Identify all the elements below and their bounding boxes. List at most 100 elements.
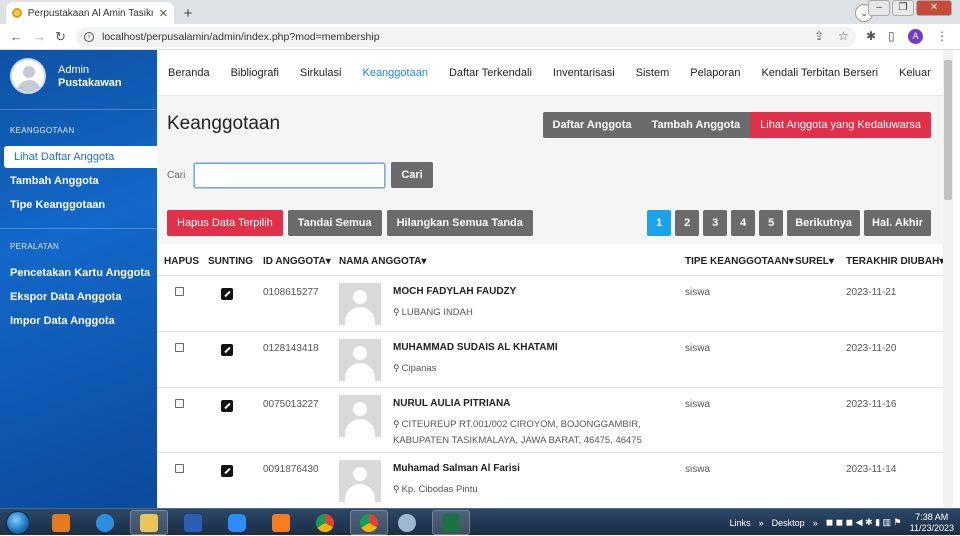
col-tipe[interactable]: TIPE KEANGGOTAAN▾	[685, 256, 794, 267]
col-surel[interactable]: SUREL▾	[795, 256, 834, 267]
row-checkbox[interactable]	[175, 464, 184, 473]
member-photo	[339, 339, 381, 381]
expired-members-button[interactable]: Lihat Anggota yang Kedaluwarsa	[750, 112, 931, 138]
taskbar-xampp[interactable]	[262, 510, 300, 535]
tray-icons[interactable]: ◼ ◼ ◼ ◀ ✱ ▮ ▥ ⚑	[826, 517, 902, 528]
map-pin-icon: ⚲	[393, 484, 400, 494]
url-field[interactable]: i localhost/perpusalamin/admin/index.php…	[76, 27, 856, 47]
tab-close-icon[interactable]: ✕	[159, 7, 168, 20]
edit-icon[interactable]	[221, 288, 233, 300]
reload-icon[interactable]: ↻	[55, 29, 66, 45]
clock[interactable]: 7:38 AM 11/23/2023	[910, 512, 954, 534]
sidebar-item-import[interactable]: Impor Data Anggota	[10, 315, 115, 327]
extensions-icon[interactable]: ✱	[866, 29, 876, 43]
member-photo	[339, 283, 381, 325]
share-icon[interactable]: ⇪	[814, 29, 824, 43]
browser-tab[interactable]: Perpustakaan Al Amin Tasikmalaya ✕	[6, 2, 174, 24]
bookmark-star-icon[interactable]: ☆	[838, 29, 849, 43]
taskbar-word[interactable]	[174, 510, 212, 535]
member-name[interactable]: MOCH FADYLAH FAUDZY	[393, 286, 516, 297]
new-tab-button[interactable]: +	[179, 4, 197, 22]
scrollbar-thumb[interactable]	[944, 60, 952, 200]
check-all-button[interactable]: Tandai Semua	[287, 210, 382, 236]
side-panel-icon[interactable]: ▯	[888, 29, 895, 43]
taskbar-chrome[interactable]	[306, 510, 344, 535]
nav-bibliografi[interactable]: Bibliografi	[231, 67, 279, 79]
nav-sistem[interactable]: Sistem	[636, 67, 670, 79]
page-3-button[interactable]: 3	[703, 210, 728, 236]
search-input[interactable]	[194, 162, 386, 188]
sidebar-item-export[interactable]: Ekspor Data Anggota	[10, 291, 121, 303]
page-2-button[interactable]: 2	[675, 210, 700, 236]
nav-inventarisasi[interactable]: Inventarisasi	[553, 67, 615, 79]
sidebar-item-add-member[interactable]: Tambah Anggota	[10, 175, 99, 187]
maximize-button[interactable]: ❐	[892, 0, 914, 16]
member-name[interactable]: Muhamad Salman Al Farisi	[393, 463, 520, 474]
nav-kendali-terbitan[interactable]: Kendali Terbitan Berseri	[761, 67, 878, 79]
edit-icon[interactable]	[221, 344, 233, 356]
user-avatar-icon	[10, 58, 46, 94]
taskbar-app[interactable]	[388, 510, 426, 535]
last-page-button[interactable]: Hal. Akhir	[864, 210, 931, 236]
row-checkbox[interactable]	[175, 399, 184, 408]
member-photo	[339, 460, 381, 502]
sidebar-item-print-cards[interactable]: Pencetakan Kartu Anggota	[10, 267, 150, 279]
member-name[interactable]: MUHAMMAD SUDAIS AL KHATAMI	[393, 342, 558, 353]
page-1-button[interactable]: 1	[647, 210, 672, 236]
edit-icon[interactable]	[221, 465, 233, 477]
page-5-button[interactable]: 5	[759, 210, 784, 236]
col-hapus: HAPUS	[164, 256, 200, 267]
member-name[interactable]: NURUL AULIA PITRIANA	[393, 398, 510, 409]
sidebar-item-membership-type[interactable]: Tipe Keanggotaan	[10, 199, 105, 211]
col-terakhir[interactable]: TERAKHIR DIUBAH▾	[846, 256, 944, 267]
sidebar-item-view-members[interactable]: Lihat Daftar Anggota	[4, 146, 157, 168]
action-buttons: Daftar Anggota Tambah Anggota Lihat Angg…	[542, 112, 931, 138]
col-id[interactable]: ID ANGGOTA▾	[263, 256, 331, 267]
nav-beranda[interactable]: Beranda	[168, 67, 210, 79]
taskbar-explorer[interactable]	[130, 510, 168, 535]
delete-selected-button[interactable]: Hapus Data Terpilih	[167, 210, 283, 236]
search-button[interactable]: Cari	[391, 162, 433, 188]
profile-avatar[interactable]: A	[908, 29, 923, 44]
nav-sirkulasi[interactable]: Sirkulasi	[300, 67, 342, 79]
nav-daftar-terkendali[interactable]: Daftar Terkendali	[449, 67, 532, 79]
page-4-button[interactable]: 4	[731, 210, 756, 236]
taskbar-media-player[interactable]	[42, 510, 80, 535]
member-list-button[interactable]: Daftar Anggota	[542, 112, 642, 138]
row-checkbox[interactable]	[175, 287, 184, 296]
member-type: siswa	[685, 464, 711, 475]
address-bar-row: ← → ↻ i localhost/perpusalamin/admin/ind…	[0, 24, 960, 50]
taskbar-chrome-profile[interactable]	[350, 510, 388, 535]
app-window: Admin Pustakawan KEANGGOTAAN Lihat Dafta…	[0, 50, 953, 508]
links-toolbar[interactable]: Links	[730, 518, 751, 528]
close-window-button[interactable]: ✕	[916, 0, 952, 16]
minimize-button[interactable]: –	[868, 0, 890, 16]
taskbar-excel[interactable]	[432, 510, 470, 535]
table-header: HAPUS SUNTING ID ANGGOTA▾ NAMA ANGGOTA▾ …	[157, 244, 953, 276]
edit-icon[interactable]	[221, 400, 233, 412]
forward-arrow-icon[interactable]: →	[33, 29, 46, 44]
browser-menu-icon[interactable]: ⋮	[936, 29, 948, 43]
taskbar-zoom[interactable]	[218, 510, 256, 535]
add-member-button[interactable]: Tambah Anggota	[641, 112, 751, 138]
chevron-right-icon[interactable]: »	[759, 518, 764, 528]
uncheck-all-button[interactable]: Hilangkan Semua Tanda	[386, 210, 533, 236]
nav-pelaporan[interactable]: Pelaporan	[690, 67, 740, 79]
last-modified: 2023-11-20	[846, 343, 897, 354]
nav-keluar[interactable]: Keluar	[899, 67, 931, 79]
site-info-icon[interactable]: i	[84, 32, 94, 42]
page-scrollbar[interactable]	[943, 50, 953, 508]
desktop-toolbar[interactable]: Desktop	[772, 518, 805, 528]
row-checkbox[interactable]	[175, 343, 184, 352]
back-arrow-icon[interactable]: ←	[10, 29, 23, 44]
nav-keanggotaan[interactable]: Keanggotaan	[362, 67, 427, 79]
window-controls: – ❐ ✕	[868, 0, 952, 16]
chevron-right-icon[interactable]: »	[813, 518, 818, 528]
member-id: 0108615277	[263, 287, 319, 298]
col-nama[interactable]: NAMA ANGGOTA▾	[339, 256, 426, 267]
table-row: 0128143418 MUHAMMAD SUDAIS AL KHATAMI ⚲ C…	[157, 332, 953, 388]
start-button[interactable]	[6, 511, 30, 535]
col-sunting: SUNTING	[208, 256, 253, 267]
next-page-button[interactable]: Berikutnya	[787, 210, 861, 236]
taskbar-ie[interactable]	[86, 510, 124, 535]
